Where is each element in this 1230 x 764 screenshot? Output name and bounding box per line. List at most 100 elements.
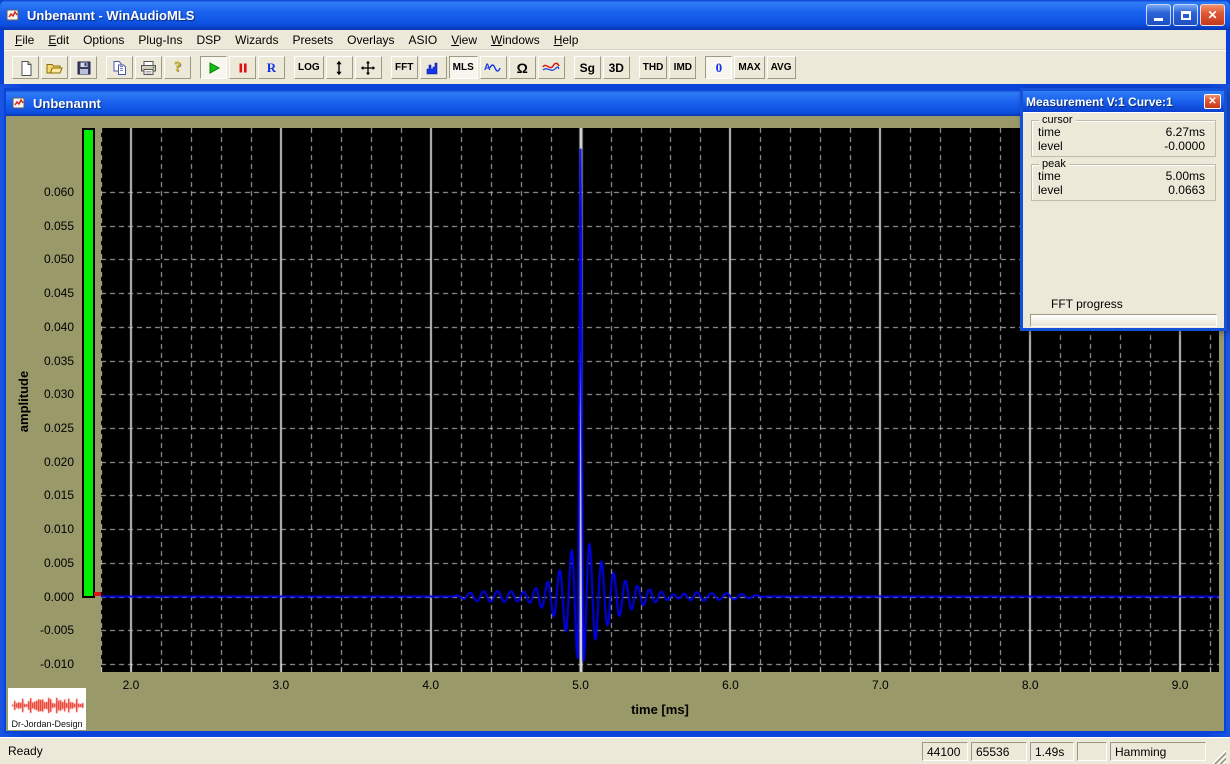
printer-icon <box>140 60 157 76</box>
x-tick-label: 8.0 <box>1021 678 1039 692</box>
fft-progress-label: FFT progress <box>1051 297 1123 311</box>
menu-item-windows[interactable]: Windows <box>484 31 547 49</box>
measurement-group-peak: peak time 5.00ms level 0.0663 <box>1031 158 1216 201</box>
print-button[interactable] <box>135 56 162 79</box>
minimize-button[interactable] <box>1146 4 1171 26</box>
menu-item-overlays[interactable]: Overlays <box>340 31 401 49</box>
toolbar-group: ? <box>106 56 191 79</box>
move-cross-icon <box>360 60 376 76</box>
measurement-panel-close-button[interactable]: ✕ <box>1204 94 1221 109</box>
avg-button[interactable]: AVG <box>766 56 796 79</box>
menu-item-help[interactable]: Help <box>547 31 586 49</box>
measurement-row-peak-time: time 5.00ms <box>1038 169 1209 183</box>
max-button[interactable]: MAX <box>734 56 765 79</box>
level-meter <box>82 128 95 598</box>
y-tick-label: 0.045 <box>43 286 74 301</box>
sine-signal-button[interactable]: A <box>479 56 507 79</box>
spectrum-button[interactable] <box>419 56 447 79</box>
new-file-button[interactable] <box>12 56 39 79</box>
menu-item-edit[interactable]: Edit <box>41 31 76 49</box>
vertical-arrows-icon <box>331 60 347 76</box>
toolbar-group: LOG <box>294 56 382 79</box>
measurement-label: time <box>1038 169 1061 183</box>
measurement-label: time <box>1038 125 1061 139</box>
threed-button[interactable]: 3D <box>602 56 630 79</box>
measurement-panel-title: Measurement V:1 Curve:1 <box>1026 94 1173 109</box>
status-field-empty <box>1077 741 1107 761</box>
close-button[interactable]: ✕ <box>1200 4 1225 26</box>
log-scale-button[interactable]: LOG <box>294 56 324 79</box>
x-tick-label: 7.0 <box>871 678 889 692</box>
toolbar-group: R <box>200 56 285 79</box>
status-field-65536: 65536 <box>971 741 1027 761</box>
open-file-button[interactable] <box>41 56 68 79</box>
curves-button[interactable] <box>537 56 565 79</box>
toolbar-group: FFT MLS A Ω <box>390 56 565 79</box>
menu-item-plug-ins[interactable]: Plug-Ins <box>131 31 189 49</box>
zero-button[interactable]: 0 <box>705 56 733 79</box>
fft-progress-bar <box>1030 314 1217 327</box>
y-tick-label: 0.010 <box>43 522 74 537</box>
x-tick-label: 9.0 <box>1171 678 1189 692</box>
thd-button[interactable]: THD <box>638 56 668 79</box>
group-legend: cursor <box>1039 114 1076 126</box>
y-tick-label: 0.055 <box>43 218 74 233</box>
maximize-button[interactable] <box>1173 4 1198 26</box>
menu-item-file[interactable]: File <box>8 31 41 49</box>
status-message: Ready <box>8 744 43 758</box>
toolbar-group: Sg 3D <box>573 56 630 79</box>
menu-item-options[interactable]: Options <box>76 31 131 49</box>
x-tick-label: 3.0 <box>272 678 290 692</box>
new-document-icon <box>18 60 34 76</box>
y-tick-label: 0.000 <box>43 589 74 604</box>
measurement-value: -0.0000 <box>1164 139 1205 153</box>
pan-button[interactable] <box>354 56 382 79</box>
toolbar-group: 0 MAX AVG <box>705 56 796 79</box>
menu-item-dsp[interactable]: DSP <box>189 31 228 49</box>
document-title: Unbenannt <box>33 95 101 111</box>
play-icon <box>206 60 222 76</box>
status-bar: Ready 44100 65536 1.49s Hamming <box>0 737 1230 764</box>
toolbar-group: THD IMD <box>638 56 697 79</box>
vertical-zoom-button[interactable] <box>325 56 353 79</box>
measurement-panel-titlebar[interactable]: Measurement V:1 Curve:1 ✕ <box>1023 91 1224 112</box>
level-meter-fill <box>84 130 93 596</box>
save-file-button[interactable] <box>70 56 97 79</box>
play-button[interactable] <box>200 56 227 79</box>
document-icon <box>11 95 27 111</box>
menu-item-presets[interactable]: Presets <box>285 31 340 49</box>
measurement-value: 6.27ms <box>1165 125 1205 139</box>
copy-button[interactable] <box>106 56 133 79</box>
measurement-label: level <box>1038 183 1063 197</box>
menu-item-wizards[interactable]: Wizards <box>228 31 285 49</box>
menu-item-view[interactable]: View <box>444 31 484 49</box>
x-tick-label: 5.0 <box>572 678 589 692</box>
vendor-logo-waveform <box>10 692 84 719</box>
measurement-panel: Measurement V:1 Curve:1 ✕ cursor time 6.27… <box>1020 88 1227 331</box>
measurement-panel-body: cursor time 6.27ms level -0.0000 peak time 5.00… <box>1023 112 1224 328</box>
x-tick-label: 4.0 <box>422 678 440 692</box>
mls-button[interactable]: MLS <box>448 56 478 79</box>
fft-button[interactable]: FFT <box>390 56 418 79</box>
save-floppy-icon <box>76 60 92 76</box>
imd-button[interactable]: IMD <box>669 56 697 79</box>
measurement-row-peak-level: level 0.0663 <box>1038 183 1209 197</box>
minimize-icon <box>1154 18 1163 21</box>
help-button[interactable]: ? <box>164 56 191 79</box>
x-tick-label: 6.0 <box>722 678 739 692</box>
y-tick-label: 0.025 <box>43 420 74 435</box>
menu-item-asio[interactable]: ASIO <box>402 31 445 49</box>
close-icon: ✕ <box>1207 8 1218 22</box>
resize-grip[interactable] <box>1210 748 1226 764</box>
status-field-hamming: Hamming <box>1110 741 1206 761</box>
record-button[interactable]: R <box>258 56 285 79</box>
impedance-button[interactable]: Ω <box>508 56 536 79</box>
measurement-value: 5.00ms <box>1165 169 1205 183</box>
pause-button[interactable] <box>229 56 256 79</box>
window-titlebar[interactable]: Unbenannt - WinAudioMLS ✕ <box>0 0 1230 30</box>
pause-icon <box>235 60 251 76</box>
vendor-logo: Dr-Jordan-Design <box>8 688 86 730</box>
measurement-row-cursor-level: level -0.0000 <box>1038 139 1209 153</box>
y-tick-label: 0.060 <box>43 185 74 200</box>
sg-button[interactable]: Sg <box>573 56 601 79</box>
